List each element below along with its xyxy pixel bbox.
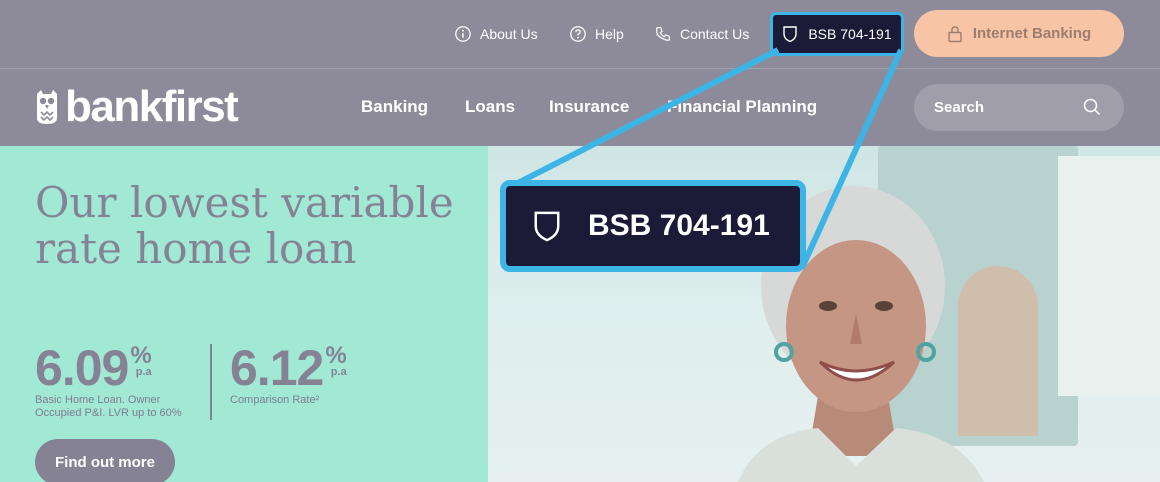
comparison-rate-block: 6.12% p.a Comparison Rate² bbox=[230, 340, 347, 407]
background-window bbox=[1058, 156, 1160, 396]
comparison-rate-description: Comparison Rate² bbox=[230, 394, 320, 406]
bsb-button[interactable]: BSB 704-191 bbox=[770, 12, 904, 56]
bsb-zoom-label: BSB 704-191 bbox=[588, 209, 770, 242]
owl-logo-icon bbox=[37, 90, 57, 124]
phone-icon bbox=[656, 27, 670, 41]
find-out-more-button[interactable]: Find out more bbox=[35, 439, 175, 482]
nav-financial-planning[interactable]: Financial Planning bbox=[667, 97, 817, 117]
logo-wordmark: bankfirst bbox=[65, 82, 239, 131]
info-icon bbox=[455, 26, 471, 42]
hero-title: Our lowest variable rate home loan bbox=[35, 178, 454, 273]
about-us-label: About Us bbox=[480, 26, 538, 42]
search-icon[interactable] bbox=[1082, 97, 1102, 117]
contact-us-link[interactable]: Contact Us bbox=[654, 22, 749, 46]
help-link[interactable]: Help bbox=[569, 22, 624, 46]
help-icon bbox=[570, 26, 586, 42]
nav-loans[interactable]: Loans bbox=[465, 97, 515, 117]
help-label: Help bbox=[595, 26, 624, 42]
comparison-rate-value: 6.12 bbox=[230, 340, 324, 396]
internet-banking-button[interactable]: Internet Banking bbox=[914, 10, 1124, 57]
search-input[interactable]: Search bbox=[914, 84, 1124, 131]
about-us-link[interactable]: About Us bbox=[454, 22, 538, 46]
variable-rate-value: 6.09 bbox=[35, 340, 129, 396]
comparison-rate-unit: % p.a bbox=[325, 342, 347, 379]
internet-banking-label: Internet Banking bbox=[972, 25, 1092, 42]
shield-icon bbox=[534, 211, 560, 242]
hero-promo-panel: Our lowest variable rate home loan 6.09%… bbox=[0, 146, 488, 482]
bankfirst-logo[interactable]: bankfirst bbox=[33, 82, 239, 131]
variable-rate-description: Basic Home Loan. Owner Occupied P&I. LVR… bbox=[35, 394, 182, 419]
main-nav: bankfirst Banking Loans Insurance Financ… bbox=[0, 69, 1160, 146]
utility-bar: About Us Help Contact Us BSB 704-191 Int… bbox=[0, 0, 1160, 68]
percent-sign: % bbox=[325, 342, 347, 369]
rate-divider bbox=[210, 344, 212, 420]
bsb-zoom-callout: BSB 704-191 bbox=[500, 180, 806, 272]
search-placeholder: Search bbox=[934, 99, 985, 116]
contact-us-label: Contact Us bbox=[680, 26, 750, 42]
variable-rate-block: 6.09% p.a Basic Home Loan. Owner Occupied… bbox=[35, 340, 195, 420]
lock-icon bbox=[948, 25, 962, 42]
nav-banking[interactable]: Banking bbox=[361, 97, 428, 117]
shield-icon bbox=[783, 26, 798, 43]
nav-insurance[interactable]: Insurance bbox=[549, 97, 629, 117]
percent-sign: % bbox=[130, 342, 152, 369]
bsb-label: BSB 704-191 bbox=[808, 26, 892, 42]
variable-rate-unit: % p.a bbox=[130, 342, 152, 379]
